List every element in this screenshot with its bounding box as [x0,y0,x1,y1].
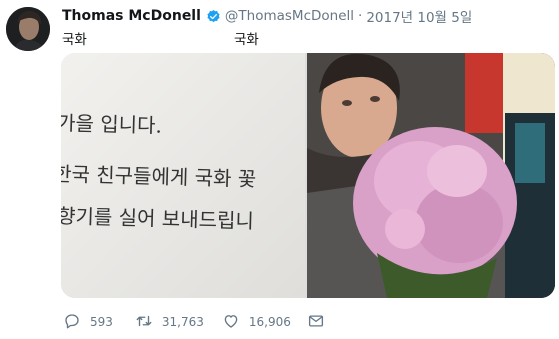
tweet-media[interactable]: 가을 입니다. 한국 친구들에게 국화 꽃 향기를 실어 보내드립니 [61,53,555,298]
header-separator: · [358,8,363,24]
tweet-text: 국화 [62,32,87,48]
tweet-date[interactable]: 2017년 10월 5일 [366,6,472,26]
handwriting-line-1: 가을 입니다. [61,111,162,138]
tweet-actions: 593 31,763 16,906 [63,312,325,332]
direct-message-button[interactable] [307,312,325,333]
like-button[interactable]: 16,906 [222,312,291,333]
heart-icon [222,312,240,333]
handwriting-line-3: 향기를 실어 보내드립니 [61,204,254,233]
handwritten-note-photo[interactable]: 가을 입니다. 한국 친구들에게 국화 꽃 향기를 실어 보내드립니 [61,53,305,298]
reply-icon [63,312,81,333]
envelope-icon [307,312,325,333]
author-name[interactable]: Thomas McDonell [62,8,201,24]
reply-count: 593 [90,315,113,329]
like-count: 16,906 [248,315,291,329]
author-avatar[interactable] [6,7,50,51]
retweet-button[interactable]: 31,763 [135,312,204,333]
verified-badge-icon [206,9,221,24]
handwriting-line-2: 한국 친구들에게 국화 꽃 [61,162,257,191]
retweet-count: 31,763 [161,315,204,329]
selfie-with-flowers-photo[interactable] [307,53,555,298]
author-handle[interactable]: @ThomasMcDonell [225,8,354,24]
retweet-icon [135,312,153,333]
reply-button[interactable]: 593 [63,312,113,333]
tweet-header: Thomas McDonell @ThomasMcDonell · 2017년 … [62,6,472,26]
tweet-translation: 국화 [234,32,259,48]
